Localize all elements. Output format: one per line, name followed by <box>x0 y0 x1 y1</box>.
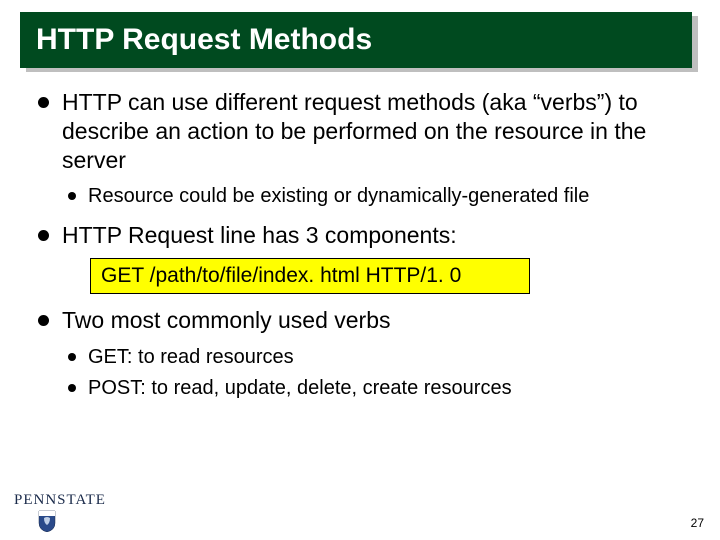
slide-title: HTTP Request Methods <box>36 23 372 57</box>
bullet-1-1: Resource could be existing or dynamicall… <box>62 184 686 209</box>
bullet-1-text: HTTP can use different request methods (… <box>62 89 646 173</box>
bullet-1: HTTP can use different request methods (… <box>34 88 686 209</box>
bullet-2-text: HTTP Request line has 3 components: <box>62 222 457 248</box>
shield-icon <box>38 510 56 532</box>
title-bar-wrap: HTTP Request Methods <box>0 0 720 68</box>
code-example: GET /path/to/file/index. html HTTP/1. 0 <box>90 258 530 294</box>
page-number: 27 <box>691 516 704 530</box>
bullet-3: Two most commonly used verbs GET: to rea… <box>34 306 686 401</box>
title-bar: HTTP Request Methods <box>20 12 692 68</box>
slide-content: HTTP can use different request methods (… <box>0 68 720 401</box>
bullet-2: HTTP Request line has 3 components: GET … <box>34 221 686 294</box>
bullet-3-2: POST: to read, update, delete, create re… <box>62 376 686 401</box>
pennstate-logo: PENNSTATE <box>14 492 106 532</box>
bullet-3-text: Two most commonly used verbs <box>62 307 391 333</box>
logo-text: PENNSTATE <box>14 492 106 509</box>
bullet-3-1: GET: to read resources <box>62 345 686 370</box>
